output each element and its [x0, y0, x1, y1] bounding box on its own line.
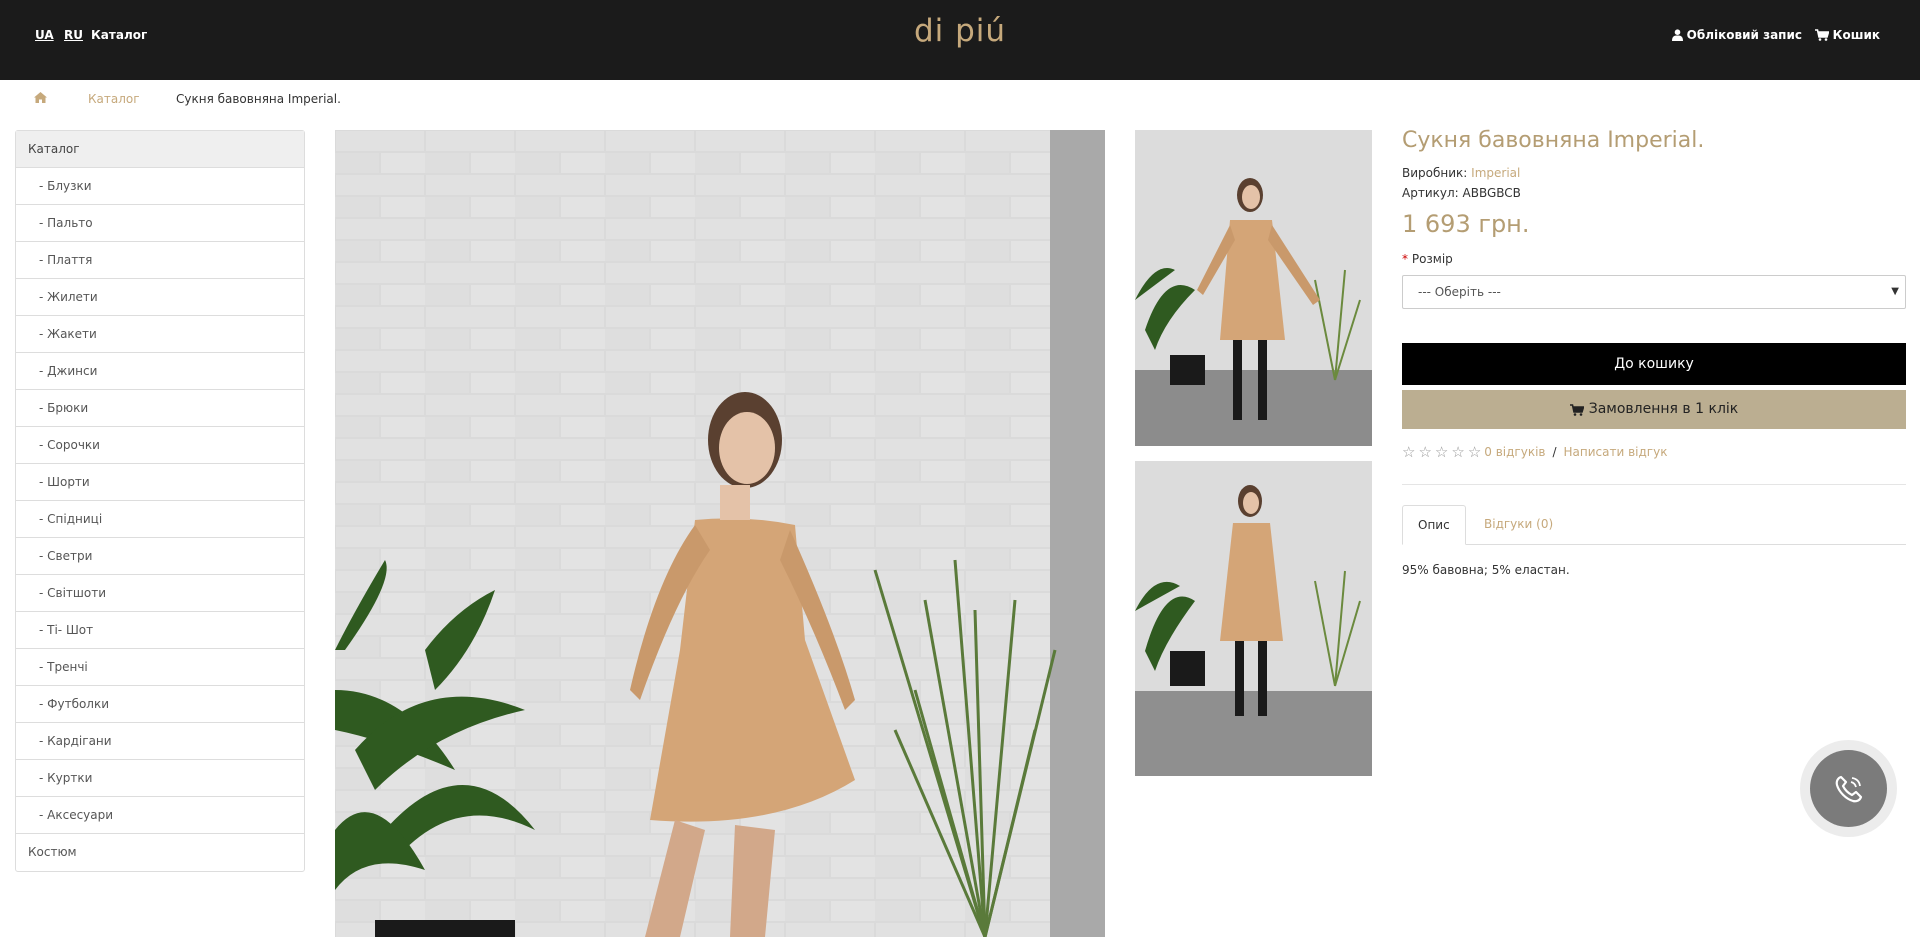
sidebar-item-jeans[interactable]: - Джинси: [16, 353, 304, 390]
sidebar-item-skirts[interactable]: - Спідниці: [16, 501, 304, 538]
category-sidebar: Каталог - Блузки - Пальто - Плаття - Жил…: [15, 130, 305, 872]
sidebar-item-catalog[interactable]: Каталог: [16, 131, 304, 168]
account-link[interactable]: Обліковий запис: [1671, 28, 1802, 42]
sidebar-item-suits[interactable]: Костюм: [16, 834, 304, 871]
sku-value: ABBGBCB: [1462, 186, 1521, 200]
cart-label: Кошик: [1832, 28, 1880, 42]
cart-link[interactable]: Кошик: [1814, 28, 1880, 42]
phone-icon: [1835, 775, 1862, 802]
manufacturer-row: Виробник: Imperial: [1402, 166, 1520, 180]
sidebar-item-vests[interactable]: - Жилети: [16, 279, 304, 316]
top-header: UA RU Каталог di piú Обліковий запис Кош…: [0, 0, 1920, 80]
sidebar-item-sweaters[interactable]: - Светри: [16, 538, 304, 575]
sidebar-item-shorts[interactable]: - Шорти: [16, 464, 304, 501]
sku-row: Артикул: ABBGBCB: [1402, 186, 1521, 200]
product-description: 95% бавовна; 5% еластан.: [1402, 563, 1570, 577]
callback-button-inner: [1810, 750, 1887, 827]
callback-button[interactable]: [1800, 740, 1897, 837]
star-icon: ☆: [1418, 443, 1432, 461]
dropdown-caret-icon: ▼: [1891, 286, 1899, 297]
user-icon: [1671, 29, 1683, 41]
star-icon: ☆: [1451, 443, 1465, 461]
one-click-label: Замовлення в 1 клік: [1588, 401, 1739, 417]
one-click-order-button[interactable]: Замовлення в 1 клік: [1402, 390, 1906, 429]
sidebar-item-sweatshirts[interactable]: - Світшоти: [16, 575, 304, 612]
breadcrumb-catalog-link[interactable]: Каталог: [88, 92, 140, 106]
site-logo[interactable]: di piú: [0, 13, 1920, 49]
sidebar-item-cardigans[interactable]: - Кардігани: [16, 723, 304, 760]
sidebar-item-blouses[interactable]: - Блузки: [16, 168, 304, 205]
product-thumbnail-2[interactable]: [1135, 461, 1372, 776]
size-select[interactable]: --- Оберіть --- ▼: [1402, 275, 1906, 309]
sidebar-item-tshirts[interactable]: - Футболки: [16, 686, 304, 723]
sidebar-item-outerwear[interactable]: - Куртки: [16, 760, 304, 797]
star-icon: ☆: [1402, 443, 1416, 461]
star-icon: ☆: [1434, 443, 1449, 461]
sidebar-item-jackets[interactable]: - Жакети: [16, 316, 304, 353]
tab-reviews[interactable]: Відгуки (0): [1469, 505, 1568, 545]
product-price: 1 693 грн.: [1402, 210, 1530, 238]
breadcrumb: Каталог Сукня бавовняна Imperial.: [0, 80, 1920, 118]
product-thumbnail-1[interactable]: [1135, 130, 1372, 446]
manufacturer-label: Виробник:: [1402, 166, 1468, 180]
sidebar-item-shirts[interactable]: - Сорочки: [16, 427, 304, 464]
divider: [1402, 484, 1906, 485]
breadcrumb-current: Сукня бавовняна Imperial.: [176, 92, 341, 106]
rating-separator: /: [1552, 445, 1557, 459]
sku-label: Артикул:: [1402, 186, 1459, 200]
rating-row: ☆ ☆ ☆ ☆ ☆ 0 відгуків / Написати відгук: [1402, 443, 1668, 461]
star-icon: ☆: [1467, 443, 1482, 461]
size-label: * Розмір: [1402, 252, 1453, 266]
sidebar-item-dresses[interactable]: - Плаття: [16, 242, 304, 279]
product-tabs: Опис Відгуки (0): [1402, 505, 1906, 545]
product-main-image[interactable]: [335, 130, 1105, 937]
tab-description[interactable]: Опис: [1402, 505, 1466, 545]
sidebar-item-accessories[interactable]: - Аксесуари: [16, 797, 304, 834]
cart-icon: [1569, 403, 1584, 416]
product-title: Сукня бавовняна Imperial.: [1402, 128, 1705, 153]
product-photo-thumb-1: [1135, 130, 1372, 446]
cart-icon: [1814, 29, 1829, 41]
sidebar-item-trench[interactable]: - Тренчі: [16, 649, 304, 686]
product-photo-thumb-2: [1135, 461, 1372, 776]
account-label: Обліковий запис: [1686, 28, 1802, 42]
product-photo-main: [335, 130, 1105, 937]
add-to-cart-button[interactable]: До кошику: [1402, 343, 1906, 385]
size-label-text: Розмір: [1411, 252, 1453, 266]
reviews-count-link[interactable]: 0 відгуків: [1484, 445, 1545, 459]
home-icon[interactable]: [34, 92, 47, 103]
size-select-value: --- Оберіть ---: [1418, 285, 1501, 299]
sidebar-item-tshirts-short[interactable]: - Ті- Шот: [16, 612, 304, 649]
sidebar-item-coats[interactable]: - Пальто: [16, 205, 304, 242]
manufacturer-link[interactable]: Imperial: [1471, 166, 1520, 180]
required-marker: *: [1402, 252, 1408, 266]
write-review-link[interactable]: Написати відгук: [1564, 445, 1668, 459]
sidebar-item-trousers[interactable]: - Брюки: [16, 390, 304, 427]
